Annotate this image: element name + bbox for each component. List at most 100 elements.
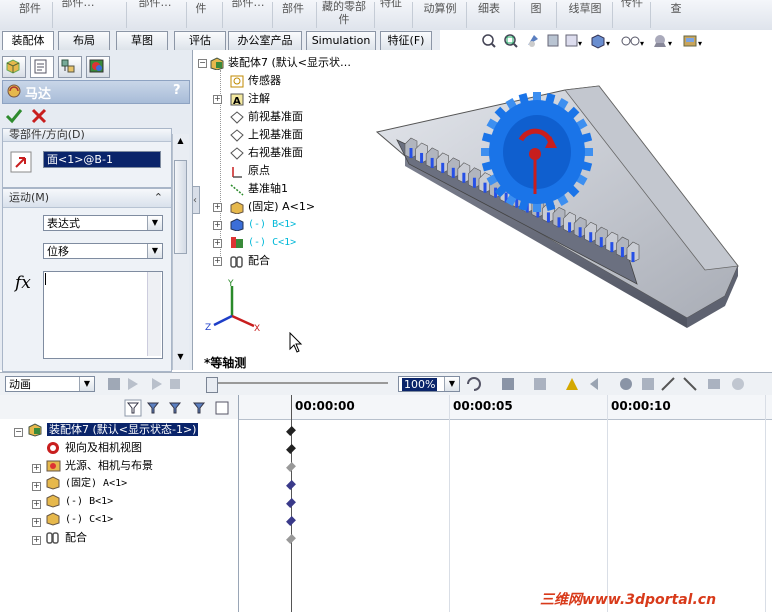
help-button[interactable]: ? [173, 83, 181, 98]
3d-model-view[interactable] [375, 70, 772, 330]
force-icon[interactable] [683, 377, 697, 391]
keyframe[interactable] [286, 480, 296, 490]
direction-group-title[interactable]: 零部件/方向(D) [3, 129, 171, 142]
keyframe[interactable] [286, 498, 296, 508]
ribbon-item[interactable]: 图 [526, 2, 546, 32]
collapse-icon[interactable]: − [14, 428, 23, 437]
motion-tree-lights[interactable]: 光源、相机与布景 [46, 457, 153, 475]
motion-tree-part-b[interactable]: (-) B<1> [46, 493, 113, 511]
section-view-icon[interactable] [547, 34, 559, 47]
zoom-to-fit-icon[interactable] [482, 34, 496, 48]
scroll-thumb[interactable] [174, 160, 187, 254]
expand-icon[interactable]: + [32, 536, 41, 545]
stop-icon[interactable] [170, 379, 180, 389]
tree-item-origin[interactable]: 原点 [230, 162, 270, 179]
motor-direction-icon[interactable] [10, 151, 32, 173]
motion-tree-mates[interactable]: 配合 [46, 529, 87, 547]
hide-show-items-icon[interactable]: ▾ [654, 35, 672, 48]
tab-simulation[interactable]: Simulation [306, 31, 376, 50]
configuration-manager-tab[interactable] [58, 56, 82, 78]
play-icon[interactable] [152, 378, 162, 390]
motion-type-select[interactable]: 表达式 ▼ [43, 215, 163, 231]
tab-assembly[interactable]: 装配体 [2, 31, 54, 50]
tree-item-part-c[interactable]: (-) C<1> [230, 234, 296, 251]
tab-office-products[interactable]: 办公室产品 [228, 31, 302, 50]
ribbon-item[interactable]: 特征 [376, 0, 406, 26]
keyframe[interactable] [286, 516, 296, 526]
ribbon-item[interactable]: 线草图 [562, 2, 608, 32]
save-animation-icon[interactable] [502, 378, 514, 390]
expression-textarea[interactable] [43, 271, 163, 359]
ribbon-item[interactable]: 部件… [132, 0, 178, 26]
filter-results-icon[interactable] [192, 402, 206, 414]
keyframe[interactable] [286, 444, 296, 454]
property-manager-tab[interactable] [30, 56, 54, 78]
tab-evaluate[interactable]: 评估 [174, 31, 226, 50]
expand-icon[interactable]: + [213, 239, 222, 248]
scroll-down-icon[interactable]: ▼ [174, 352, 187, 366]
expand-icon[interactable]: + [32, 500, 41, 509]
scroll-up-icon[interactable]: ▲ [174, 136, 187, 150]
playback-slider-thumb[interactable] [206, 377, 218, 393]
expand-icon[interactable]: + [32, 482, 41, 491]
animation-wizard-icon[interactable] [534, 378, 546, 390]
zoom-area-icon[interactable] [504, 34, 518, 48]
calculate-icon[interactable] [108, 378, 120, 390]
dynamic-annotation-icon[interactable]: ▾ [565, 34, 582, 48]
filter-driving-icon[interactable] [146, 402, 160, 414]
property-manager-scrollbar[interactable]: ▲ ▼ [172, 134, 189, 370]
motor-tool-icon[interactable] [620, 378, 632, 390]
ribbon-item[interactable]: 件 [188, 2, 214, 32]
ribbon-item[interactable]: 藏的零部件 [318, 0, 370, 30]
ribbon-item[interactable]: 部件 [276, 2, 310, 32]
motion-quantity-select[interactable]: 位移 ▼ [43, 243, 163, 259]
x-icon[interactable] [30, 107, 48, 125]
motor-face-selection[interactable]: 面<1>@B-1 [43, 151, 161, 168]
ribbon-item[interactable]: 查 [666, 2, 686, 32]
motion-group-title[interactable]: 运动(M) ⌃ [3, 189, 171, 208]
expand-icon[interactable]: + [213, 203, 222, 212]
motion-tree-root[interactable]: 装配体7 (默认<显示状态-1>) [28, 421, 199, 439]
ribbon-item[interactable]: 细表 [470, 2, 508, 32]
ribbon-item[interactable]: 部件… [228, 0, 268, 26]
spring-icon[interactable] [642, 378, 654, 390]
contact-icon[interactable] [708, 379, 720, 389]
keyframe[interactable] [286, 534, 296, 544]
study-type-select[interactable]: 动画 ▼ [5, 376, 95, 392]
feature-manager-tab[interactable] [2, 56, 26, 78]
expression-scrollbar[interactable] [147, 272, 161, 356]
motion-tree-part-a[interactable]: (固定) A<1> [46, 475, 127, 493]
appearance-icon[interactable]: ▾ [683, 35, 702, 48]
collapse-icon[interactable]: ⌃ [154, 189, 163, 207]
display-style-icon[interactable]: ▾ [621, 36, 644, 48]
expand-icon[interactable]: + [213, 221, 222, 230]
tree-item-part-a[interactable]: (固定) A<1> [230, 198, 315, 215]
collapse-all-icon[interactable] [215, 401, 229, 415]
gear[interactable] [481, 92, 593, 212]
motion-tree-camera-views[interactable]: 视向及相机视图 [46, 439, 142, 457]
expand-icon[interactable]: + [213, 95, 222, 104]
tree-item-annotations[interactable]: A 注解 [230, 90, 270, 107]
expand-icon[interactable]: + [32, 464, 41, 473]
check-icon[interactable] [5, 107, 23, 125]
play-from-start-icon[interactable] [128, 378, 138, 390]
filter-selected-icon[interactable] [168, 402, 182, 414]
ribbon-item[interactable]: 部件… [58, 0, 98, 26]
keyframe[interactable] [286, 426, 296, 436]
loop-icon[interactable] [467, 377, 481, 391]
motion-tree-part-c[interactable]: (-) C<1> [46, 511, 113, 529]
collapse-icon[interactable]: − [198, 59, 207, 68]
motion-timeline[interactable]: 00:00:00 00:00:05 00:00:10 [238, 395, 772, 612]
gravity-icon[interactable] [732, 378, 744, 390]
view-orientation-icon[interactable]: ▾ [591, 34, 610, 49]
expand-icon[interactable]: + [32, 518, 41, 527]
tree-item-top-plane[interactable]: 上视基准面 [230, 126, 303, 143]
ribbon-item[interactable]: 传件 [616, 0, 648, 26]
expand-icon[interactable]: + [213, 257, 222, 266]
tree-item-sensors[interactable]: 传感器 [230, 72, 281, 89]
tab-sketch[interactable]: 草图 [116, 31, 168, 50]
tree-item-mates[interactable]: 配合 [230, 252, 270, 269]
ribbon-item[interactable]: 部件 [10, 2, 50, 32]
tree-item-right-plane[interactable]: 右视基准面 [230, 144, 303, 161]
keyframe[interactable] [286, 462, 296, 472]
